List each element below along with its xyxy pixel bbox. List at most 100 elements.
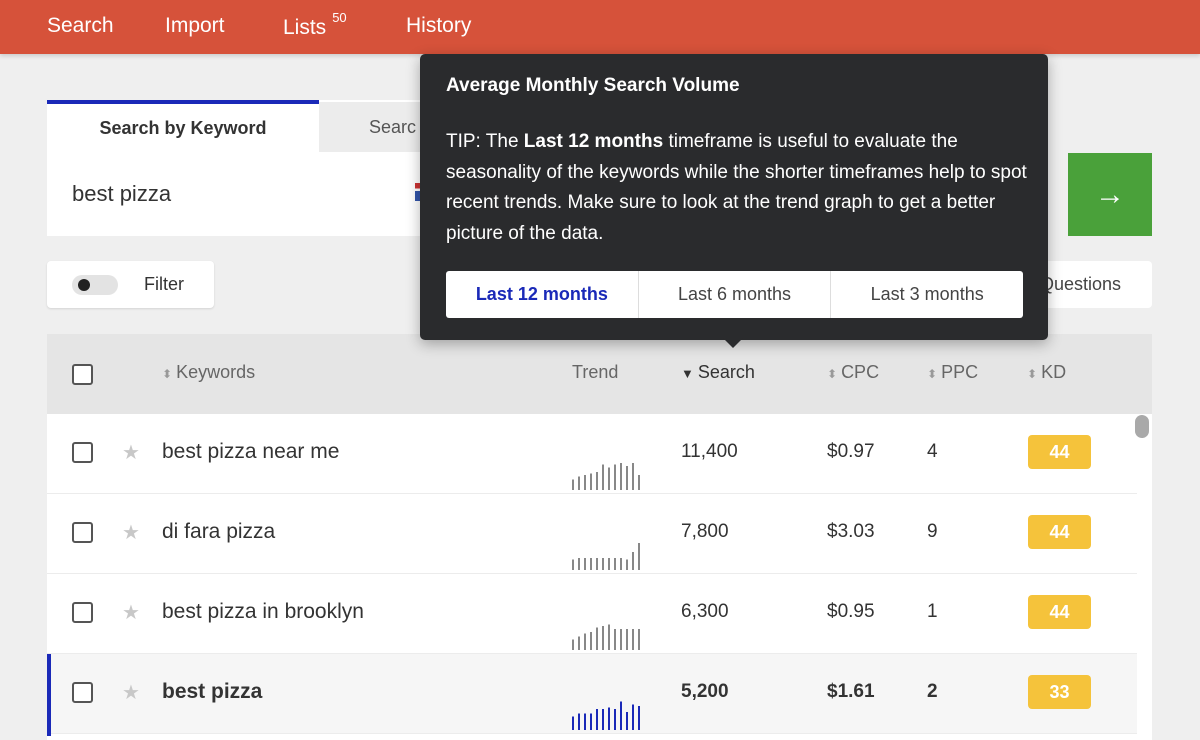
- trend-bar: [572, 639, 574, 650]
- filter-toggle-button[interactable]: Filter: [47, 261, 214, 308]
- trend-bar: [638, 629, 640, 650]
- nav-lists[interactable]: Lists 50: [283, 10, 347, 40]
- trend-sparkline: [572, 624, 640, 650]
- trend-bar: [602, 626, 604, 650]
- trend-bar: [584, 713, 586, 730]
- column-kd[interactable]: ⬍ KD: [1027, 362, 1066, 383]
- trend-bar: [620, 558, 622, 570]
- kd-badge: 44: [1028, 515, 1091, 549]
- trend-bar: [632, 552, 634, 570]
- trend-bar: [572, 559, 574, 570]
- trend-bar: [626, 629, 628, 650]
- filter-toggle-switch[interactable]: [72, 275, 118, 295]
- trend-bar: [596, 558, 598, 570]
- star-icon[interactable]: ★: [122, 440, 140, 465]
- ppc-value: 1: [927, 601, 938, 622]
- questions-filter-button[interactable]: Questions: [1040, 261, 1152, 308]
- column-kd-label: KD: [1041, 362, 1067, 382]
- trend-bar: [578, 713, 580, 730]
- column-keywords-label: Keywords: [176, 362, 256, 382]
- star-icon[interactable]: ★: [122, 680, 140, 705]
- table-row-selected[interactable]: ★ best pizza 5,200 $1.61 2 33: [47, 654, 1137, 736]
- trend-bar: [638, 475, 640, 490]
- search-panel: Search by Keyword Searc: [47, 100, 420, 236]
- nav-import[interactable]: Import: [165, 14, 225, 38]
- trend-bar: [626, 559, 628, 570]
- trend-bar: [608, 467, 610, 490]
- search-volume: 6,300: [681, 601, 729, 622]
- column-ppc-label: PPC: [941, 362, 979, 382]
- table-header: ⬍ Keywords Trend ▼ Search ⬍ CPC ⬍ PPC ⬍ KD: [47, 334, 1152, 414]
- trend-bar: [578, 476, 580, 490]
- star-icon[interactable]: ★: [122, 600, 140, 625]
- select-all-checkbox[interactable]: [72, 364, 93, 385]
- table-row[interactable]: ★ best pizza in brooklyn 6,300 $0.95 1 4…: [47, 574, 1137, 654]
- trend-bar: [632, 704, 634, 730]
- ppc-value: 4: [927, 441, 938, 462]
- column-search[interactable]: ▼ Search: [681, 362, 755, 383]
- keyword-text[interactable]: best pizza near me: [162, 440, 339, 464]
- nav-history[interactable]: History: [406, 14, 471, 38]
- timeframe-6-months[interactable]: Last 6 months: [639, 271, 832, 318]
- table-row[interactable]: ★ di fara pizza 7,800 $3.03 9 44: [47, 494, 1137, 574]
- trend-bar: [584, 558, 586, 570]
- arrow-right-icon: →: [1095, 177, 1125, 211]
- cpc-value: $0.95: [827, 601, 875, 622]
- keyword-text[interactable]: best pizza: [162, 680, 262, 704]
- search-volume: 11,400: [681, 441, 738, 462]
- timeframe-3-months[interactable]: Last 3 months: [831, 271, 1023, 318]
- keyword-text[interactable]: di fara pizza: [162, 520, 275, 544]
- lists-count-badge: 50: [332, 10, 347, 25]
- tab-search-other[interactable]: Searc: [319, 102, 420, 152]
- column-keywords[interactable]: ⬍ Keywords: [162, 362, 255, 383]
- row-checkbox[interactable]: [72, 522, 93, 543]
- star-icon[interactable]: ★: [122, 520, 140, 545]
- keyword-text[interactable]: best pizza in brooklyn: [162, 600, 364, 624]
- kd-badge: 44: [1028, 435, 1091, 469]
- tooltip-caret: [723, 338, 743, 348]
- filter-label: Filter: [144, 274, 184, 294]
- ppc-value: 2: [927, 681, 938, 702]
- column-cpc[interactable]: ⬍ CPC: [827, 362, 879, 383]
- toggle-knob: [78, 279, 90, 291]
- trend-bar: [590, 713, 592, 730]
- search-volume: 5,200: [681, 681, 729, 702]
- row-checkbox[interactable]: [72, 682, 93, 703]
- trend-bar: [608, 624, 610, 650]
- row-checkbox[interactable]: [72, 442, 93, 463]
- search-volume-tooltip: Average Monthly Search Volume TIP: The L…: [420, 54, 1048, 340]
- trend-bar: [614, 464, 616, 490]
- trend-bar: [584, 475, 586, 490]
- table-row[interactable]: ★ best pizza near me 11,400 $0.97 4 44: [47, 414, 1137, 494]
- top-navigation: Search Import Lists 50 History: [0, 0, 1200, 54]
- trend-bar: [590, 632, 592, 650]
- trend-bar: [578, 636, 580, 650]
- trend-bar: [620, 701, 622, 730]
- trend-bar: [602, 709, 604, 730]
- trend-bar: [632, 629, 634, 650]
- nav-search[interactable]: Search: [47, 14, 114, 38]
- tooltip-title: Average Monthly Search Volume: [446, 75, 740, 96]
- tooltip-tip-text: TIP: The Last 12 months timeframe is use…: [446, 127, 1031, 249]
- tab-search-by-keyword[interactable]: Search by Keyword: [47, 100, 319, 152]
- trend-bar: [638, 543, 640, 570]
- trend-bar: [572, 479, 574, 490]
- trend-bar: [584, 633, 586, 650]
- column-cpc-label: CPC: [841, 362, 880, 382]
- keyword-table: ★ best pizza near me 11,400 $0.97 4 44 ★…: [47, 414, 1152, 740]
- keyword-search-input[interactable]: [47, 152, 420, 236]
- search-submit-button[interactable]: →: [1068, 153, 1152, 236]
- trend-bar: [572, 716, 574, 730]
- row-checkbox[interactable]: [72, 602, 93, 623]
- trend-bar: [620, 463, 622, 490]
- tip-prefix: TIP: The: [446, 131, 524, 152]
- table-scrollbar[interactable]: [1135, 415, 1149, 438]
- column-ppc[interactable]: ⬍ PPC: [927, 362, 978, 383]
- timeframe-selector: Last 12 months Last 6 months Last 3 mont…: [446, 271, 1023, 318]
- trend-bar: [590, 473, 592, 490]
- kd-badge: 44: [1028, 595, 1091, 629]
- timeframe-12-months[interactable]: Last 12 months: [446, 271, 639, 318]
- sort-icon: ⬍: [162, 367, 173, 381]
- trend-bar: [602, 464, 604, 490]
- tip-bold: Last 12 months: [523, 131, 664, 152]
